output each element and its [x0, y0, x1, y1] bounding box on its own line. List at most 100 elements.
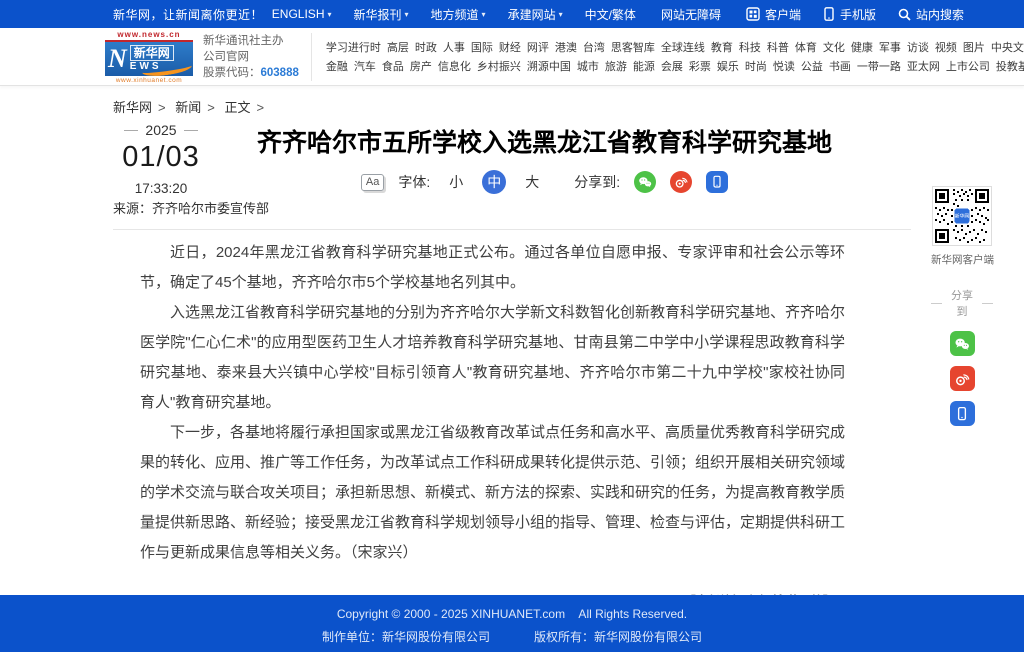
nav-link[interactable]: 人事: [443, 39, 465, 55]
font-size-icon[interactable]: Aa: [361, 174, 384, 191]
font-size-option[interactable]: 大: [520, 170, 544, 194]
breadcrumb-item: 新华网>: [113, 100, 172, 115]
phone-icon: [823, 7, 835, 21]
article-header: 2025 01/03 17:33:20 来源：齐齐哈尔市委宣传部 齐齐哈尔市五所…: [113, 116, 911, 229]
article-body: 近日，2024年黑龙江省教育科学研究基地正式公布。通过各单位自愿申报、专家评审和…: [140, 230, 845, 568]
nav-link[interactable]: 全球连线: [661, 39, 705, 55]
nav-link[interactable]: 港澳: [555, 39, 577, 55]
nav-link[interactable]: 图片: [963, 39, 985, 55]
nav-link[interactable]: 溯源中国: [527, 58, 571, 74]
share-label: 分享到:: [574, 172, 620, 192]
nav-link[interactable]: 上市公司: [946, 58, 990, 74]
app-qr-code: 新华网: [932, 186, 992, 246]
stock-code: 603888: [261, 67, 299, 79]
topbar-menu-item[interactable]: 地方频道▾: [431, 6, 486, 23]
chevron-down-icon: ▾: [405, 10, 409, 19]
nav-link[interactable]: 公益: [801, 58, 823, 74]
font-size-option[interactable]: 小: [444, 170, 468, 194]
font-size-options: 小中大: [444, 170, 544, 194]
topbar-right: ENGLISH▾ 新华报刊▾ 地方频道▾ 承建网站▾ 中文/繁体 网站无障碍 客…: [272, 6, 964, 23]
article-title: 齐齐哈尔市五所学校入选黑龙江省教育科学研究基地: [248, 116, 841, 160]
search-icon: [898, 8, 911, 21]
nav-link[interactable]: 中央文件: [991, 39, 1024, 55]
site-search-button[interactable]: 站内搜索: [898, 6, 964, 23]
publish-date: 2025 01/03 17:33:20: [113, 122, 209, 196]
nav-link[interactable]: 视频: [935, 39, 957, 55]
topbar-menu-item[interactable]: 新华报刊▾: [354, 6, 409, 23]
nav-link[interactable]: 会展: [661, 58, 683, 74]
weibo-share-icon[interactable]: [950, 366, 975, 391]
nav-link[interactable]: 网评: [527, 39, 549, 55]
nav-link[interactable]: 访谈: [907, 39, 929, 55]
article-toolbar: Aa 字体: 小中大 分享到:: [248, 169, 841, 195]
org-line2[interactable]: 公司官网: [203, 49, 299, 65]
nav-link[interactable]: 国际: [471, 39, 493, 55]
nav-link[interactable]: 学习进行时: [326, 39, 381, 55]
article-paragraph: 近日，2024年黑龙江省教育科学研究基地正式公布。通过各单位自愿申报、专家评审和…: [140, 238, 845, 298]
wechat-share-icon[interactable]: [634, 171, 656, 193]
nav-link[interactable]: 悦读: [773, 58, 795, 74]
nav-link[interactable]: 财经: [499, 39, 521, 55]
nav-link[interactable]: 投教基地: [996, 58, 1024, 74]
breadcrumb-link[interactable]: 新闻: [175, 100, 201, 115]
topbar-menu-item[interactable]: 网站无障碍: [661, 6, 724, 23]
rail-share-label: 分享到: [931, 287, 993, 319]
topbar-menu-item[interactable]: ENGLISH▾: [272, 7, 332, 21]
nav-link[interactable]: 文化: [823, 39, 845, 55]
nav-link[interactable]: 一带一路: [857, 58, 901, 74]
nav-link[interactable]: 亚太网: [907, 58, 940, 74]
site-header: www.news.cn N 新华网 EWS www.xinhuanet.com …: [0, 28, 1024, 86]
breadcrumb-separator: >: [256, 100, 264, 115]
logo-mark: N 新华网 EWS: [105, 42, 193, 76]
credits-line: 制作单位：新华网股份有限公司版权所有：新华网股份有限公司: [0, 628, 1024, 645]
client-share-icon[interactable]: [706, 171, 728, 193]
font-size-option[interactable]: 中: [482, 170, 506, 194]
breadcrumb: 新华网> 新闻> 正文 >: [113, 86, 911, 116]
share-rail: 新华网 新华网客户端 分享到: [931, 186, 993, 426]
client-app-link[interactable]: 客户端: [746, 6, 801, 23]
qr-caption: 新华网客户端: [931, 252, 993, 267]
nav-link[interactable]: 旅游: [605, 58, 627, 74]
nav-link[interactable]: 能源: [633, 58, 655, 74]
nav-link[interactable]: 军事: [879, 39, 901, 55]
nav-link[interactable]: 教育: [711, 39, 733, 55]
svg-text:新华网: 新华网: [955, 213, 970, 220]
nav-link[interactable]: 房产: [410, 58, 432, 74]
breadcrumb-item: 新闻>: [175, 100, 221, 115]
nav-link[interactable]: 时尚: [745, 58, 767, 74]
breadcrumb-link[interactable]: 新华网: [113, 100, 152, 115]
title-zone: 齐齐哈尔市五所学校入选黑龙江省教育科学研究基地 Aa 字体: 小中大 分享到:: [248, 116, 841, 195]
breadcrumb-item: 正文 >: [224, 100, 270, 115]
nav-link[interactable]: 彩票: [689, 58, 711, 74]
nav-link[interactable]: 健康: [851, 39, 873, 55]
nav-link[interactable]: 食品: [382, 58, 404, 74]
nav-link[interactable]: 信息化: [438, 58, 471, 74]
site-slogan: 新华网，让新闻离你更近！: [113, 6, 263, 23]
nav-link[interactable]: 思客智库: [611, 39, 655, 55]
breadcrumb-link[interactable]: 正文: [224, 100, 250, 115]
topbar-menu-item[interactable]: 中文/繁体: [585, 6, 639, 23]
nav-link[interactable]: 金融: [326, 58, 348, 74]
nav-link[interactable]: 科技: [739, 39, 761, 55]
stock-info: 股票代码：603888: [203, 65, 299, 81]
chevron-down-icon: ▾: [559, 10, 563, 19]
nav-link[interactable]: 城市: [577, 58, 599, 74]
weibo-share-icon[interactable]: [670, 171, 692, 193]
nav-link[interactable]: 时政: [415, 39, 437, 55]
nav-link[interactable]: 高层: [387, 39, 409, 55]
nav-link[interactable]: 汽车: [354, 58, 376, 74]
nav-link[interactable]: 科普: [767, 39, 789, 55]
nav-link[interactable]: 书画: [829, 58, 851, 74]
wechat-share-icon[interactable]: [950, 331, 975, 356]
chevron-down-icon: ▾: [482, 10, 486, 19]
nav-link[interactable]: 台湾: [583, 39, 605, 55]
client-share-icon[interactable]: [950, 401, 975, 426]
nav-link[interactable]: 体育: [795, 39, 817, 55]
nav-link[interactable]: 娱乐: [717, 58, 739, 74]
mobile-version-link[interactable]: 手机版: [823, 6, 876, 23]
xinhuanet-logo[interactable]: www.news.cn N 新华网 EWS www.xinhuanet.com: [105, 30, 193, 84]
topbar-menu-item[interactable]: 承建网站▾: [508, 6, 563, 23]
nav-link[interactable]: 乡村振兴: [477, 58, 521, 74]
font-size-label: 字体:: [398, 172, 430, 192]
article-source: 来源：齐齐哈尔市委宣传部: [113, 198, 269, 217]
